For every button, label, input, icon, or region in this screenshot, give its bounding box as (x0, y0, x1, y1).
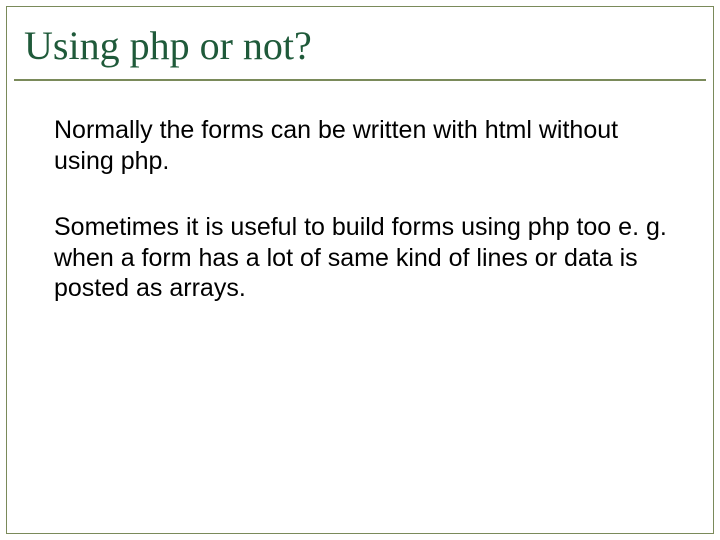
paragraph: Sometimes it is useful to build forms us… (32, 212, 672, 304)
body-text: Normally the forms can be written with h… (32, 115, 672, 340)
slide-title: Using php or not? (14, 14, 706, 79)
paragraph: Normally the forms can be written with h… (32, 115, 672, 176)
slide: Using php or not? Normally the forms can… (0, 0, 720, 540)
title-block: Using php or not? (14, 14, 706, 81)
title-underline (14, 79, 706, 81)
